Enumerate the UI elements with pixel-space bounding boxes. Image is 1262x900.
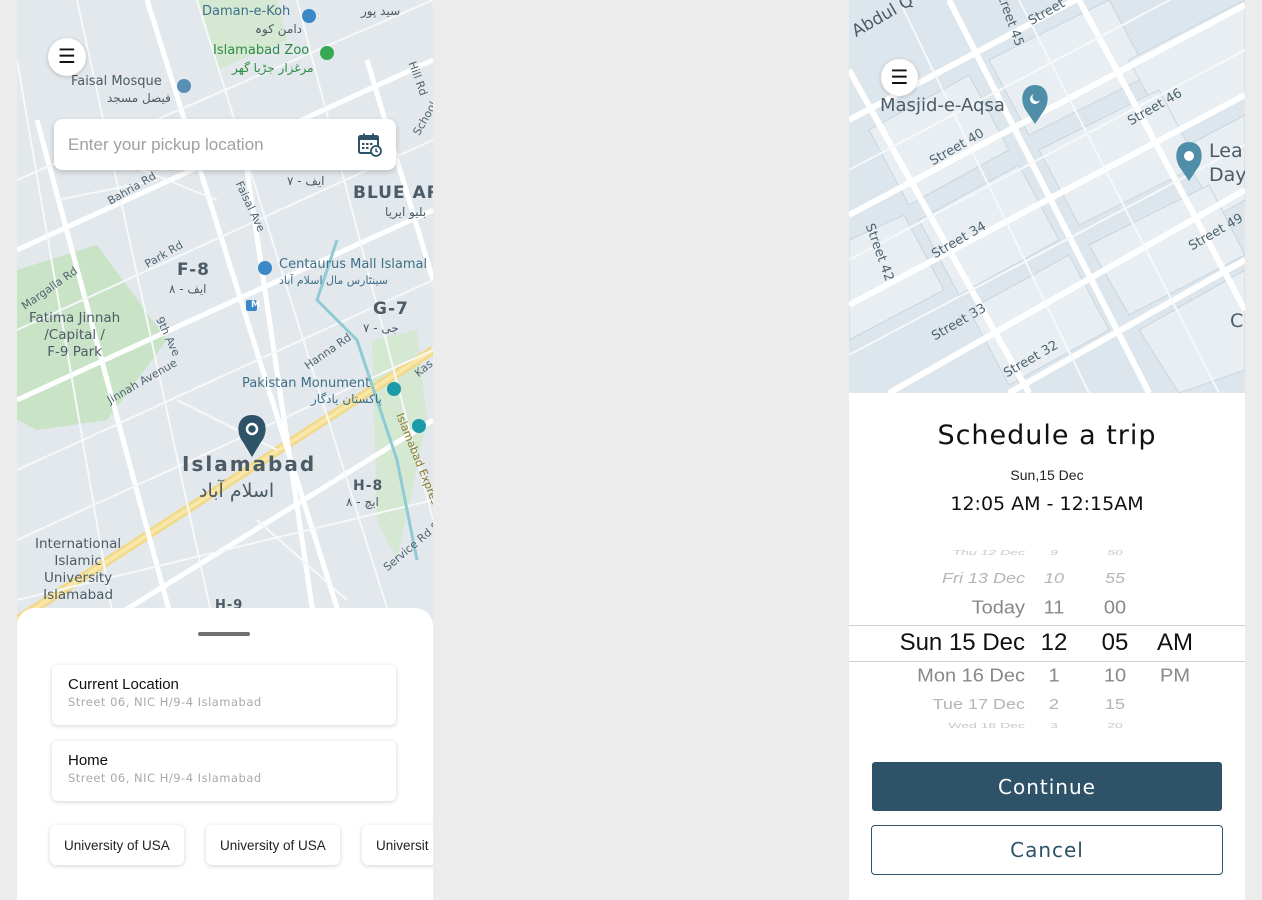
map-label: اسلام آباد <box>199 480 275 502</box>
picker-day: Fri 13 Dec <box>941 570 1025 586</box>
picker-row[interactable]: Today 11 00 <box>849 598 1245 618</box>
schedule-title: Schedule a trip <box>937 420 1157 451</box>
map-label: ایف - ۸ <box>169 282 207 296</box>
map-label: G-7 <box>373 299 409 319</box>
map-label: سینٹارس مال اسلام آباد <box>279 274 389 287</box>
picker-day: Today <box>971 597 1025 619</box>
hamburger-icon: ☰ <box>890 66 909 89</box>
schedule-time-range: 12:05 AM - 12:15AM <box>950 493 1144 515</box>
picker-divider <box>849 661 1245 662</box>
map-label: ایچ - ۸ <box>346 495 379 509</box>
picker-row[interactable]: Wed 18 Dec 3 20 <box>849 718 1245 732</box>
picker-hour: 10 <box>1043 570 1065 586</box>
picker-hour: 3 <box>1050 720 1058 730</box>
map-label: Faisal Mosque <box>71 74 162 89</box>
map-label: BLUE AR <box>353 183 433 203</box>
map-label: H-8 <box>353 478 384 494</box>
menu-button[interactable]: ☰ <box>48 38 86 76</box>
map-label: Islamabad <box>182 452 317 476</box>
map-label: مرغزار جڑیا گھر <box>232 61 314 75</box>
picker-row[interactable]: Thu 12 Dec 9 50 <box>849 545 1245 559</box>
picker-ampm: PM <box>1160 665 1190 687</box>
picker-hour: 1 <box>1048 665 1060 687</box>
map-label: بلیو ایریا <box>385 205 427 219</box>
map-label: Masjid-e-Aqsa <box>880 95 1005 116</box>
picker-divider <box>849 625 1245 626</box>
picker-minute: 05 <box>1101 629 1129 656</box>
map-label: جی - ۷ <box>363 321 399 335</box>
picker-day: Tue 17 Dec <box>932 696 1025 712</box>
picker-minute: 15 <box>1104 696 1126 712</box>
menu-button[interactable]: ☰ <box>881 59 918 96</box>
map-label: Islamabad Zoo <box>213 43 310 58</box>
picker-hour: 12 <box>1040 629 1068 656</box>
picker-row-selected[interactable]: Sun 15 Dec 12 05 AM <box>849 631 1245 655</box>
map-label: Centaurus Mall Islamal <box>279 257 428 272</box>
picker-minute: 20 <box>1107 720 1123 730</box>
picker-hour: 11 <box>1043 597 1065 619</box>
map-label: فیصل مسجد <box>107 91 171 105</box>
picker-day: Wed 18 Dec <box>948 720 1025 730</box>
picker-minute: 00 <box>1103 597 1127 619</box>
map-label: C <box>1230 310 1244 332</box>
picker-day: Thu 12 Dec <box>952 547 1025 557</box>
map-view[interactable]: Abdul Q Street 45 Street Masjid-e-Aqsa S… <box>849 0 1245 393</box>
picker-ampm: AM <box>1157 629 1193 656</box>
metro-icon: M <box>251 300 260 310</box>
place-chip[interactable]: University of USA <box>50 825 184 865</box>
saved-location-home[interactable]: Home Street 06, NIC H/9-4 Islamabad <box>52 741 396 801</box>
location-address: Street 06, NIC H/9-4 Islamabad <box>68 771 262 785</box>
picker-day: Mon 16 Dec <box>917 665 1025 687</box>
map-label: F-8 <box>177 260 210 280</box>
picker-minute: 10 <box>1103 665 1127 687</box>
map-label: ایف - ۷ <box>287 174 325 188</box>
location-address: Street 06, NIC H/9-4 Islamabad <box>68 695 262 709</box>
place-chip[interactable]: University of USA <box>206 825 340 865</box>
picker-minute: 50 <box>1107 547 1123 557</box>
map-label: Pakistan Monument <box>242 376 371 391</box>
picker-row[interactable]: Fri 13 Dec 10 55 <box>849 569 1245 587</box>
map-label: Lea <box>1209 140 1243 162</box>
saved-location-current[interactable]: Current Location Street 06, NIC H/9-4 Is… <box>52 665 396 725</box>
picker-minute: 55 <box>1104 570 1126 586</box>
picker-hour: 9 <box>1050 547 1058 557</box>
map-label: پاکستان یادگار <box>311 392 382 406</box>
map-label: Fatima Jinnah /Capital / F-9 Park <box>29 310 121 360</box>
cancel-button[interactable]: Cancel <box>871 825 1223 875</box>
map-label: Day <box>1209 164 1245 186</box>
location-title: Home <box>68 752 109 769</box>
hamburger-icon: ☰ <box>58 46 76 68</box>
map-label: سید پور <box>361 4 401 18</box>
continue-button[interactable]: Continue <box>872 762 1222 811</box>
picker-hour: 2 <box>1048 696 1059 712</box>
schedule-screen: Abdul Q Street 45 Street Masjid-e-Aqsa S… <box>849 0 1245 900</box>
sheet-drag-handle[interactable] <box>198 632 250 636</box>
location-title: Current Location <box>68 676 179 693</box>
date-time-picker[interactable]: Thu 12 Dec 9 50 Fri 13 Dec 10 55 Today 11 00 Sun … <box>849 540 1245 740</box>
picker-row[interactable]: Mon 16 Dec 1 10 PM <box>849 666 1245 686</box>
map-view[interactable]: Daman-e-Koh دامن کوہ سید پور Islamabad Z… <box>17 0 433 640</box>
calendar-clock-icon[interactable] <box>358 133 382 157</box>
pickup-screen: Daman-e-Koh دامن کوہ سید پور Islamabad Z… <box>17 0 433 900</box>
pickup-search-bar[interactable] <box>54 119 396 170</box>
bottom-sheet: Current Location Street 06, NIC H/9-4 Is… <box>17 608 433 900</box>
place-chip[interactable]: Universit <box>362 825 433 865</box>
schedule-date: Sun,15 Dec <box>1010 467 1084 483</box>
map-roads <box>849 0 1245 393</box>
map-label: دامن کوہ <box>255 22 302 36</box>
map-label: Daman-e-Koh <box>202 4 291 19</box>
picker-row[interactable]: Tue 17 Dec 2 15 <box>849 695 1245 713</box>
map-label: International Islamic University Islamab… <box>35 536 122 603</box>
picker-day: Sun 15 Dec <box>899 629 1025 656</box>
pickup-location-input[interactable] <box>68 134 358 155</box>
